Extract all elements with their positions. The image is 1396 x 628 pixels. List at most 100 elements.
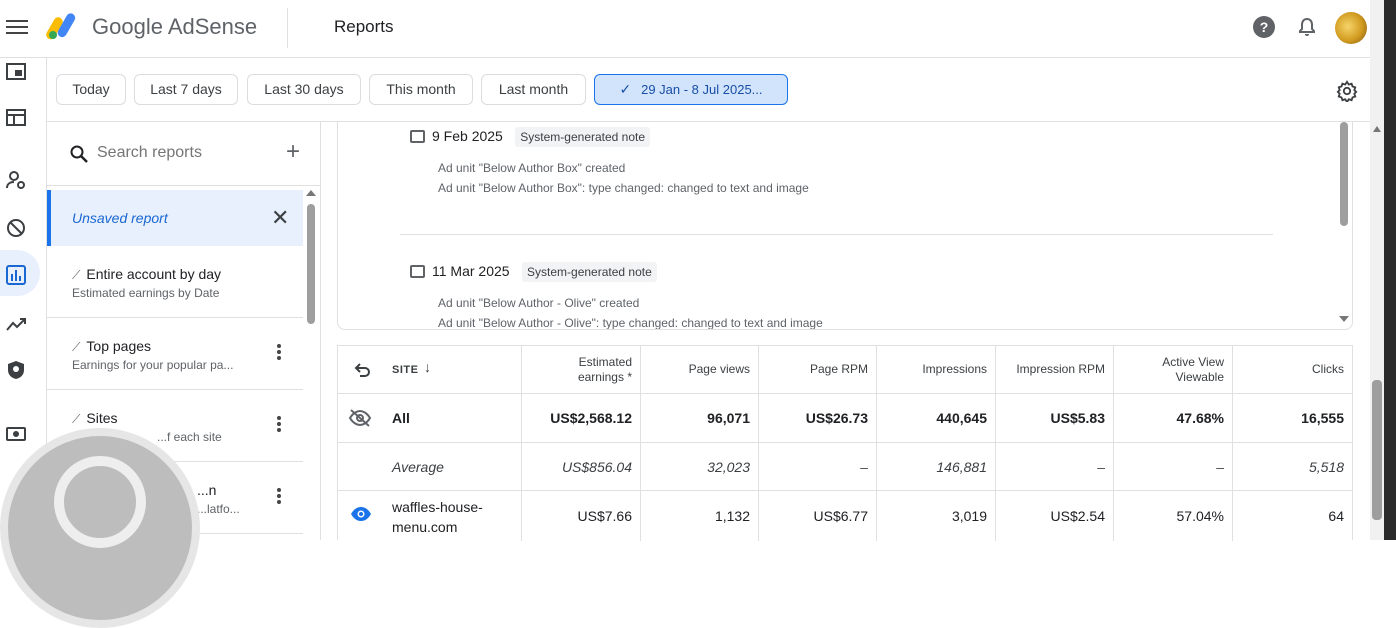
page-views-cell: 1,132 [641, 491, 759, 541]
chip-last-7-days[interactable]: Last 7 days [134, 74, 238, 105]
eye-icon[interactable] [350, 506, 372, 522]
active-view-cell: – [1114, 443, 1233, 490]
webcam-avatar-placeholder [54, 456, 146, 548]
clicks-cell: 16,555 [1301, 410, 1344, 426]
page-scrollbar[interactable] [1372, 380, 1382, 520]
hidden-eye-icon[interactable] [348, 408, 372, 428]
note-date: 9 Feb 2025 [432, 128, 503, 144]
sparkle-icon: ⟋ [72, 412, 81, 426]
earnings-cell: US$856.04 [522, 443, 641, 490]
note-date: 11 Mar 2025 [432, 263, 510, 279]
custom-range-label: 29 Jan - 8 Jul 2025... [641, 82, 763, 97]
sites-icon[interactable] [6, 170, 26, 190]
chip-today[interactable]: Today [56, 74, 126, 105]
active-view-column-header[interactable]: Active View Viewable [1114, 346, 1233, 393]
reports-icon[interactable] [6, 265, 26, 285]
chip-last-month[interactable]: Last month [481, 74, 586, 105]
chip-this-month[interactable]: This month [369, 74, 473, 105]
close-icon[interactable]: ✕ [271, 205, 289, 231]
comment-icon [410, 265, 425, 278]
add-report-icon[interactable]: + [283, 140, 303, 164]
adsense-logo[interactable] [46, 10, 82, 40]
impression-rpm-cell: – [996, 443, 1114, 490]
earnings-cell: US$2,568.12 [522, 394, 641, 442]
site-name[interactable]: waffles-house- menu.com [392, 497, 483, 537]
reports-scrollbar[interactable] [305, 188, 317, 540]
note-divider [400, 234, 1273, 235]
report-title: Sites [86, 410, 118, 426]
earnings-cell: US$7.66 [522, 491, 641, 541]
check-icon: ✓ [619, 81, 632, 97]
gear-icon[interactable] [1336, 80, 1358, 102]
impression-rpm-cell: US$5.83 [996, 394, 1114, 442]
window-edge [1370, 0, 1396, 540]
top-app-bar: Google AdSense Reports ? [0, 0, 1370, 58]
page-rpm-column-header[interactable]: Page RPM [759, 346, 877, 393]
page-rpm-cell: – [759, 443, 877, 490]
more-options-icon[interactable] [273, 342, 285, 366]
payments-icon[interactable] [6, 424, 26, 444]
clicks-cell: 64 [1328, 508, 1344, 524]
impressions-cell: 440,645 [877, 394, 996, 442]
date-range-filter-bar: Today Last 7 days Last 30 days This mont… [47, 58, 1370, 122]
impression-rpm-cell: US$2.54 [996, 491, 1114, 541]
unsaved-report-label: Unsaved report [72, 210, 168, 226]
blocking-controls-icon[interactable] [6, 218, 26, 238]
more-options-icon[interactable] [273, 486, 285, 510]
earnings-column-header[interactable]: Estimated earnings * [522, 346, 641, 393]
menu-icon[interactable] [6, 16, 28, 38]
note-line: Ad unit "Below Author - Olive" created [438, 296, 640, 310]
help-icon[interactable]: ? [1253, 16, 1275, 38]
overview-icon[interactable] [6, 62, 26, 82]
report-table: SITE ↓ Estimated earnings * Page views P… [337, 345, 1353, 541]
table-row-average: Average US$856.04 32,023 – 146,881 – – 5… [338, 443, 1352, 491]
notifications-icon[interactable] [1296, 16, 1318, 38]
page-views-cell: 32,023 [641, 443, 759, 490]
report-title: Top pages [86, 338, 152, 354]
notes-panel: 9 Feb 2025 System-generated note Ad unit… [337, 122, 1353, 330]
avatar[interactable] [1335, 12, 1367, 44]
header-divider [287, 8, 288, 48]
note-tag: System-generated note [515, 127, 651, 147]
page-views-cell: 96,071 [641, 394, 759, 442]
table-header-row: SITE ↓ Estimated earnings * Page views P… [338, 346, 1352, 394]
search-input[interactable] [97, 144, 277, 162]
note-line: Ad unit "Below Author - Olive": type cha… [438, 316, 823, 330]
note-line: Ad unit "Below Author Box" created [438, 161, 626, 175]
optimization-icon[interactable] [6, 314, 26, 334]
site-column-header[interactable]: SITE ↓ [338, 346, 522, 393]
impressions-cell: 146,881 [877, 443, 996, 490]
header-label: earnings * [577, 369, 632, 384]
note-line: Ad unit "Below Author Box": type changed… [438, 181, 809, 195]
chip-last-30-days[interactable]: Last 30 days [247, 74, 361, 105]
page-views-column-header[interactable]: Page views [641, 346, 759, 393]
site-name-line: waffles-house- [392, 499, 483, 515]
undo-icon[interactable] [352, 360, 372, 380]
notes-scrollbar[interactable] [1338, 122, 1350, 330]
site-name: All [392, 410, 410, 426]
report-subtitle: Estimated earnings by Date [72, 286, 220, 300]
impressions-cell: 3,019 [877, 491, 996, 541]
report-subtitle: ...f each site [157, 430, 222, 444]
impression-rpm-column-header[interactable]: Impression RPM [996, 346, 1114, 393]
privacy-icon[interactable] [6, 360, 26, 380]
sparkle-icon: ⟋ [72, 340, 81, 354]
report-title: Entire account by day [86, 266, 222, 282]
ads-icon[interactable] [6, 108, 26, 128]
table-row[interactable]: waffles-house- menu.com US$7.66 1,132 US… [338, 491, 1352, 541]
chip-custom-range[interactable]: ✓ 29 Jan - 8 Jul 2025... [594, 74, 788, 105]
site-cell: All [338, 394, 522, 442]
site-header-label: SITE [392, 364, 419, 376]
report-item[interactable]: ⟋ Entire account by day Estimated earning… [47, 246, 303, 318]
report-title: ...n [197, 482, 217, 498]
table-row-all: All US$2,568.12 96,071 US$26.73 440,645 … [338, 394, 1352, 443]
sort-down-icon[interactable]: ↓ [424, 360, 432, 375]
more-options-icon[interactable] [273, 414, 285, 438]
active-view-cell: 57.04% [1114, 491, 1233, 541]
clicks-column-header[interactable]: Clicks [1233, 346, 1352, 393]
report-item[interactable]: ⟋ Top pages Earnings for your popular pa.… [47, 318, 303, 390]
comment-icon [410, 130, 425, 143]
report-subtitle: Earnings for your popular pa... [72, 358, 234, 372]
report-item-unsaved[interactable]: Unsaved report ✕ [47, 190, 303, 246]
impressions-column-header[interactable]: Impressions [877, 346, 996, 393]
